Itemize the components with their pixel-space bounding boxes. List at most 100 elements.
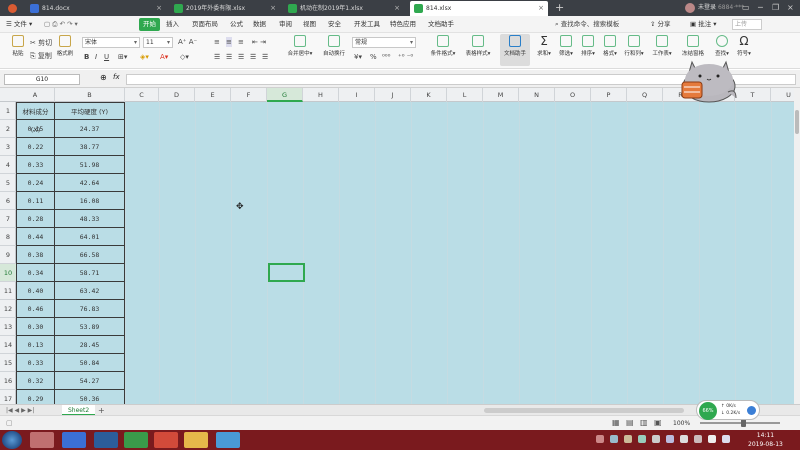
worksheet-button[interactable]: 工作表▾ [650,35,674,57]
column-header-a[interactable]: A [16,88,55,102]
tab-xlsx-814-active[interactable]: 814.xlsx × [410,1,548,16]
row-header-11[interactable]: 11 [0,282,16,300]
table-cell-x[interactable]: 0.22 [16,138,55,156]
row-header-8[interactable]: 8 [0,228,16,246]
table-cell-x[interactable]: 0.11 [16,192,55,210]
table-cell-x[interactable]: 0.34 [16,264,55,282]
align-right-icon[interactable]: ☰ [238,52,244,62]
user-name[interactable]: 未登录 6884·*** [698,0,744,16]
sum-button[interactable]: Σ 求和▾ [534,35,554,57]
column-header-b[interactable]: B [55,88,125,102]
window-layout-icon[interactable]: ▭ [742,0,750,16]
menu-tab-doc-assistant[interactable]: 文档助手 [428,18,454,31]
tray-icon[interactable] [610,435,618,443]
table-cell-x[interactable]: 0.29 [16,390,55,404]
thousands-icon[interactable]: ⁰⁰⁰ [382,52,390,62]
align-top-icon[interactable]: ≡ [214,37,220,47]
name-box[interactable]: G10 [4,74,80,85]
row-header-1[interactable]: 1 [0,102,16,120]
clear-icon[interactable]: ◇▾ [180,52,189,62]
font-size-select[interactable]: 11 [143,37,173,48]
menu-tab-formulas[interactable]: 公式 [230,18,243,31]
italic-icon[interactable]: I [95,52,97,62]
font-grow-icon[interactable]: A⁺ A⁻ [178,37,197,47]
table-cell-x[interactable]: 0.44 [16,228,55,246]
table-cell-y[interactable]: 28.45 [55,336,125,354]
table-cell-x[interactable]: 0.33 [16,354,55,372]
table-cell-y[interactable]: 76.83 [55,300,125,318]
row-header-10[interactable]: 10 [0,264,16,282]
justify-icon[interactable]: ☰ [250,52,256,62]
column-header-n[interactable]: N [519,88,555,102]
border-icon[interactable]: ⊞▾ [118,52,127,62]
row-header-13[interactable]: 13 [0,318,16,336]
normal-view-icon[interactable]: ▦ [612,418,620,427]
windows-start-icon[interactable] [2,431,22,449]
table-cell-y[interactable]: 50.84 [55,354,125,372]
reading-view-icon[interactable]: ▣ [654,418,662,427]
taskbar-app-icon[interactable] [94,432,118,448]
scroll-thumb[interactable] [795,110,799,134]
menu-tab-home[interactable]: 开始 [139,18,160,31]
menu-tab-review[interactable]: 审阅 [279,18,292,31]
column-header-q[interactable]: Q [627,88,663,102]
zoom-slider-knob[interactable] [741,419,746,427]
tray-icon[interactable] [680,435,688,443]
table-cell-y[interactable]: 53.89 [55,318,125,336]
row-header-12[interactable]: 12 [0,300,16,318]
font-name-select[interactable]: 宋体 [82,37,140,48]
network-speed-widget[interactable]: 66% ↑ 0K/s ↓ 0.2K/s [696,400,760,420]
column-header-o[interactable]: O [555,88,591,102]
macro-icon[interactable]: ▢ [6,419,13,427]
format-button[interactable]: 格式▾ [600,35,620,57]
table-cell-x[interactable]: 0.38 [16,246,55,264]
menu-tab-security[interactable]: 安全 [328,18,341,31]
column-header-i[interactable]: I [339,88,375,102]
column-header-l[interactable]: L [447,88,483,102]
menu-tab-special[interactable]: 特色应用 [390,18,416,31]
doc-assistant-button[interactable]: 文档助手 [500,34,530,66]
align-left-icon[interactable]: ☰ [214,52,220,62]
taskbar-app-icon[interactable] [30,432,54,448]
table-cell-x[interactable]: 0.13 [16,336,55,354]
command-search[interactable]: ⌕ 查找命令、搜索模板 [555,18,619,31]
percent-icon[interactable]: % [370,52,377,62]
horizontal-scrollbar[interactable] [484,408,684,413]
copy-button[interactable]: ⎘ 复制 [30,51,52,61]
table-cell-y[interactable]: 58.71 [55,264,125,282]
table-cell-x[interactable]: 0.40 [16,282,55,300]
volume-icon[interactable] [708,435,716,443]
new-tab-icon[interactable]: + [555,0,564,15]
row-header-2[interactable]: 2 [0,120,16,138]
column-header-e[interactable]: E [195,88,231,102]
table-cell-y[interactable]: 50.36 [55,390,125,404]
tray-icon[interactable] [694,435,702,443]
share-button[interactable]: ⇪ 分享 [650,18,671,31]
column-header-u[interactable]: U [771,88,794,102]
column-header-g[interactable]: G [267,88,303,102]
taskbar-app-icon[interactable] [216,432,240,448]
table-cell-y[interactable]: 48.33 [55,210,125,228]
column-header-c[interactable]: C [125,88,159,102]
column-header-m[interactable]: M [483,88,519,102]
zoom-slider[interactable] [700,422,780,424]
column-header-k[interactable]: K [411,88,447,102]
cut-button[interactable]: ✂ 剪切 [30,38,52,48]
filter-button[interactable]: 筛选▾ [556,35,576,57]
zoom-level[interactable]: 100% [673,416,690,431]
table-cell-x[interactable]: 0.46 [16,300,55,318]
tray-icon[interactable] [638,435,646,443]
row-col-button[interactable]: 行和列▾ [622,35,646,57]
indent-icon[interactable]: ⇤ ⇥ [252,37,266,47]
table-cell-x[interactable]: 0.33 [16,156,55,174]
spreadsheet-grid[interactable]: ABCDEFGHIJKLMNOPQRSTUV 12345678910111213… [0,88,794,404]
sort-button[interactable]: 排序▾ [578,35,598,57]
menu-tab-developer[interactable]: 开发工具 [354,18,380,31]
distributed-icon[interactable]: ☰ [262,52,268,62]
table-cell-y[interactable]: 16.08 [55,192,125,210]
row-header-3[interactable]: 3 [0,138,16,156]
paste-button[interactable]: 粘贴 [8,35,28,57]
table-cell-y[interactable]: 24.37 [55,120,125,138]
wrap-text-button[interactable]: 自动换行 [320,35,348,57]
table-cell-y[interactable]: 64.01 [55,228,125,246]
